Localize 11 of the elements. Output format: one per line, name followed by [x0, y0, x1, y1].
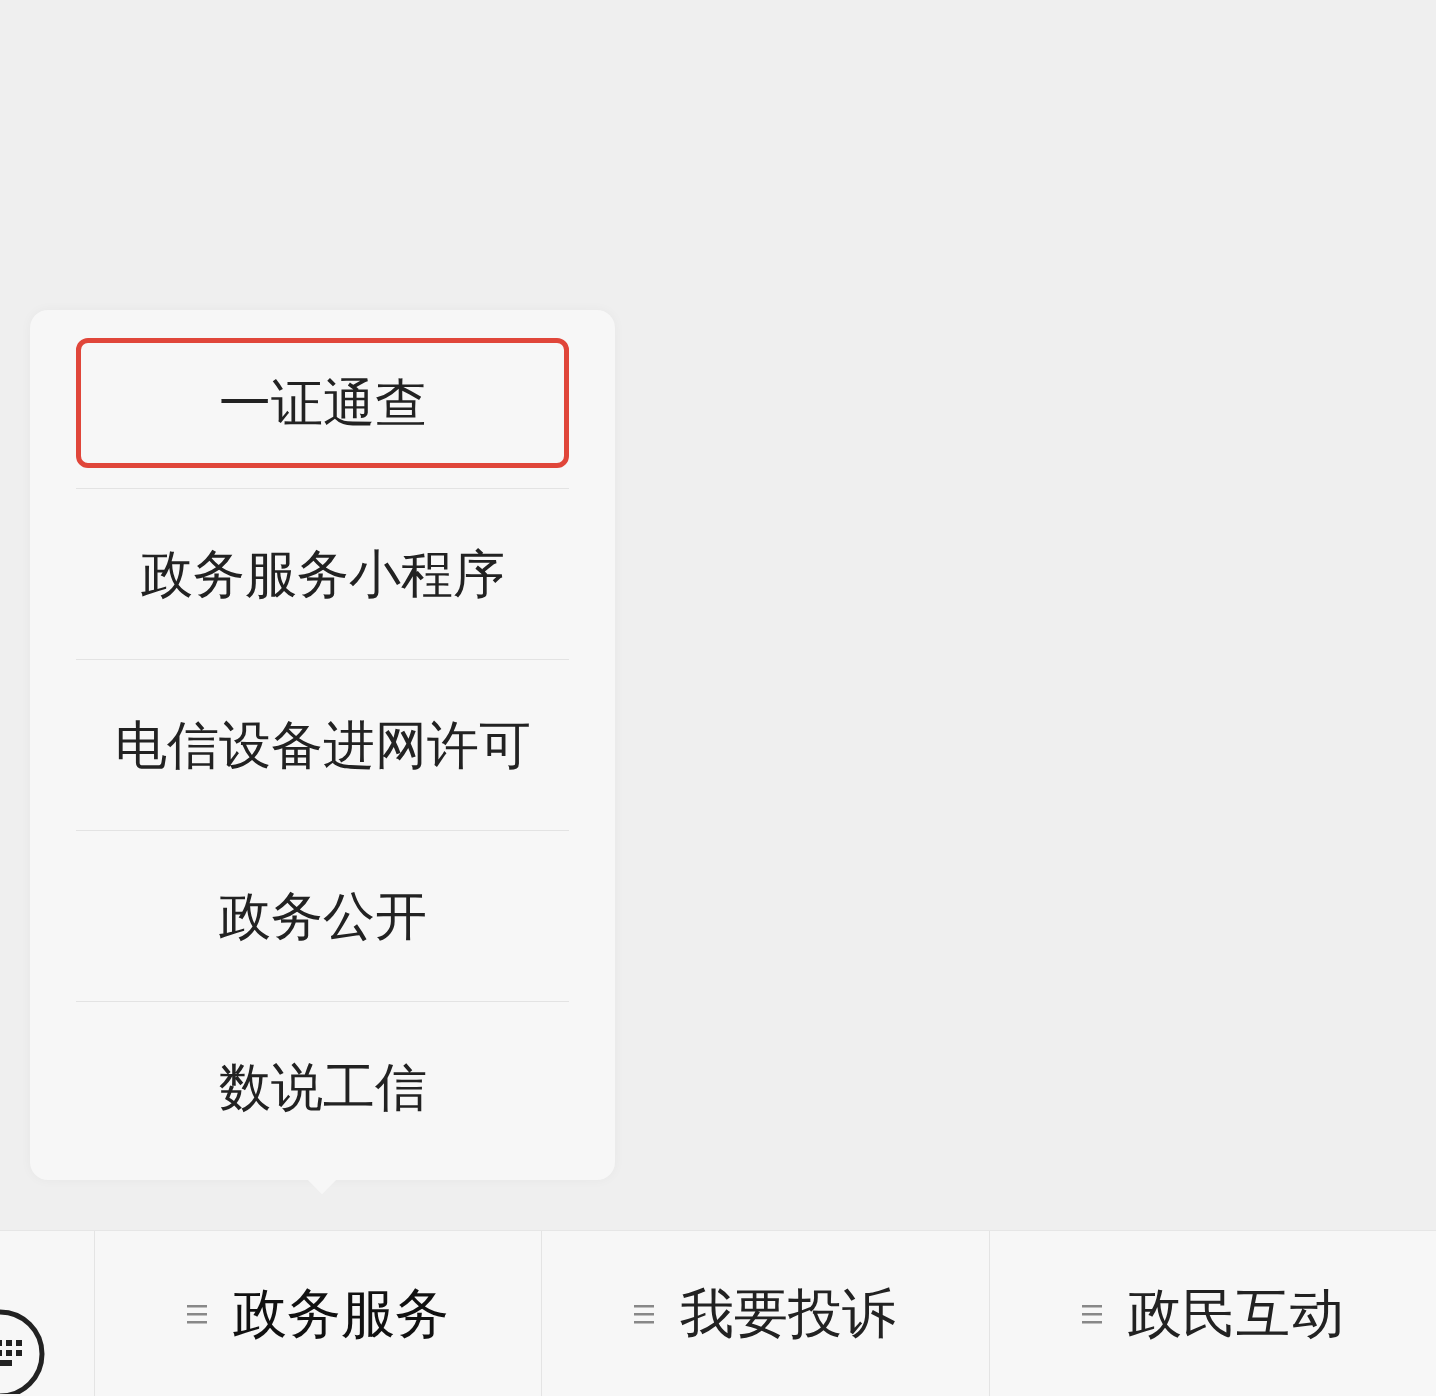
bottom-menu-tab[interactable]: 政务服务 — [179, 1273, 458, 1354]
menu-item[interactable]: 政务公开 — [76, 851, 569, 981]
menu-item[interactable]: 一证通查 — [76, 338, 569, 468]
menu-item[interactable]: 政务服务小程序 — [76, 509, 569, 639]
bottom-menu-tab[interactable]: 政民互动 — [1073, 1273, 1352, 1354]
menu-item[interactable]: 数说工信 — [76, 1022, 569, 1152]
menu-icon — [634, 1302, 655, 1325]
menu-item[interactable]: 电信设备进网许可 — [76, 680, 569, 810]
menu-icon — [1081, 1302, 1102, 1325]
bottom-menu-tab[interactable]: 我要投诉 — [626, 1273, 905, 1354]
menu-icon — [187, 1302, 208, 1325]
